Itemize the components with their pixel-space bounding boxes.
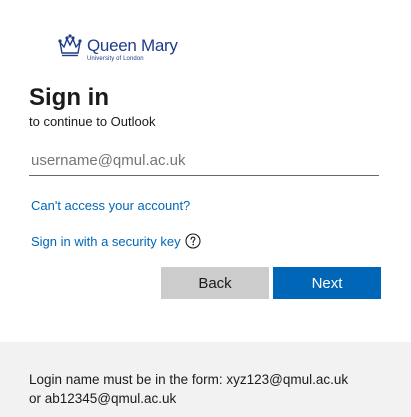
login-format-hint-line-1: Login name must be in the form: xyz123@q…	[29, 372, 349, 387]
footer-hint-panel: Login name must be in the form: xyz123@q…	[0, 342, 411, 417]
help-circle-icon[interactable]	[185, 233, 201, 249]
logo-subtitle: University of London	[87, 56, 144, 62]
next-button[interactable]: Next	[273, 267, 381, 299]
logo-name: Queen Mary	[87, 36, 178, 55]
page-title: Sign in	[29, 84, 109, 111]
login-format-hint: Login name must be in the form: xyz123@q…	[29, 370, 399, 408]
cant-access-account-link[interactable]: Can't access your account?	[31, 198, 190, 213]
back-button[interactable]: Back	[161, 267, 269, 299]
page-subtitle: to continue to Outlook	[29, 114, 156, 129]
login-format-hint-line-2: or ab12345@qmul.ac.uk	[29, 391, 177, 406]
security-key-link[interactable]: Sign in with a security key	[31, 234, 181, 249]
security-key-row: Sign in with a security key	[31, 233, 201, 249]
sign-in-card: Queen Mary University of London Sign in …	[0, 0, 411, 342]
username-input[interactable]	[29, 148, 379, 176]
username-field-wrapper	[29, 148, 379, 176]
queen-mary-logo: Queen Mary University of London	[57, 33, 178, 65]
crown-logo-icon	[58, 34, 82, 57]
